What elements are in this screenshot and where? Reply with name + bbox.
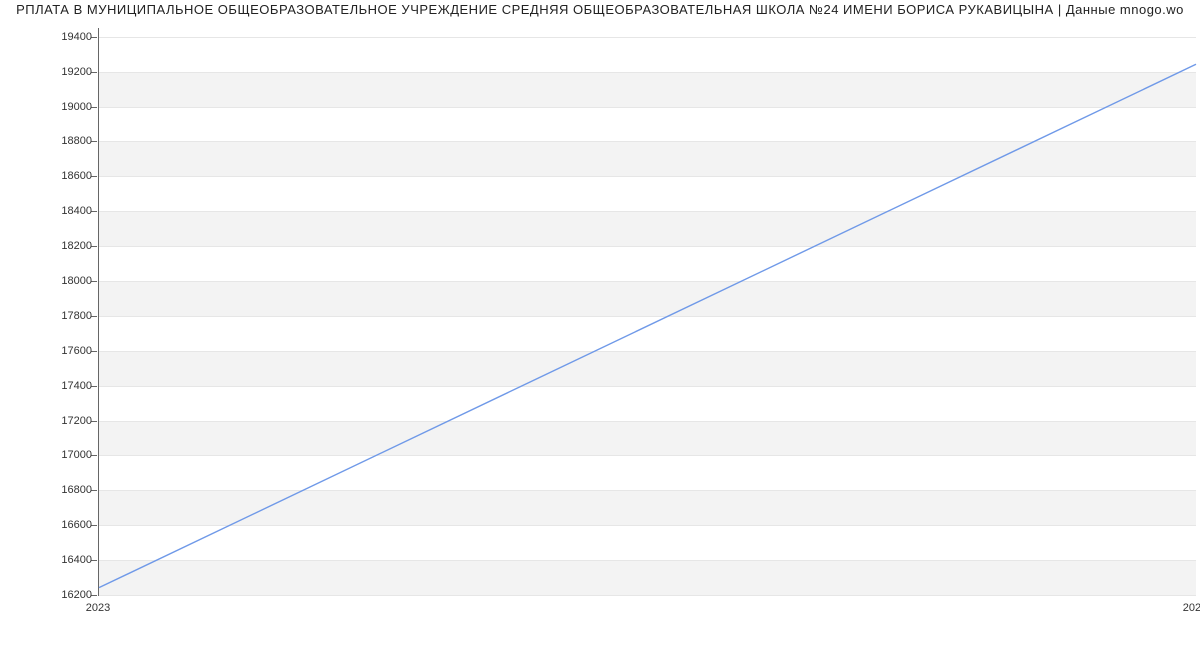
y-tick-label: 17800 <box>61 310 92 322</box>
y-tick-label: 18200 <box>61 240 92 252</box>
y-tick-label: 19000 <box>61 101 92 113</box>
plot-area <box>98 28 1196 596</box>
chart-container: РПЛАТА В МУНИЦИПАЛЬНОЕ ОБЩЕОБРАЗОВАТЕЛЬН… <box>0 0 1200 650</box>
data-line <box>99 64 1196 587</box>
y-tick-label: 18600 <box>61 170 92 182</box>
chart-title: РПЛАТА В МУНИЦИПАЛЬНОЕ ОБЩЕОБРАЗОВАТЕЛЬН… <box>0 2 1200 17</box>
y-tick-label: 18400 <box>61 205 92 217</box>
y-tick-label: 19400 <box>61 31 92 43</box>
x-tick-label: 2023 <box>86 602 110 614</box>
line-series <box>99 28 1196 595</box>
y-tick-label: 16600 <box>61 519 92 531</box>
y-tick-label: 17000 <box>61 449 92 461</box>
y-tick-label: 18000 <box>61 275 92 287</box>
x-tick-label: 2024 <box>1183 602 1200 614</box>
y-tick-label: 19200 <box>61 66 92 78</box>
y-grid-line <box>99 595 1196 596</box>
y-tick-label: 17200 <box>61 415 92 427</box>
y-tick-label: 16800 <box>61 484 92 496</box>
y-tick-label: 16200 <box>61 589 92 601</box>
y-tick-label: 16400 <box>61 554 92 566</box>
y-tick-label: 17600 <box>61 345 92 357</box>
y-tick-label: 17400 <box>61 380 92 392</box>
y-tick-label: 18800 <box>61 135 92 147</box>
